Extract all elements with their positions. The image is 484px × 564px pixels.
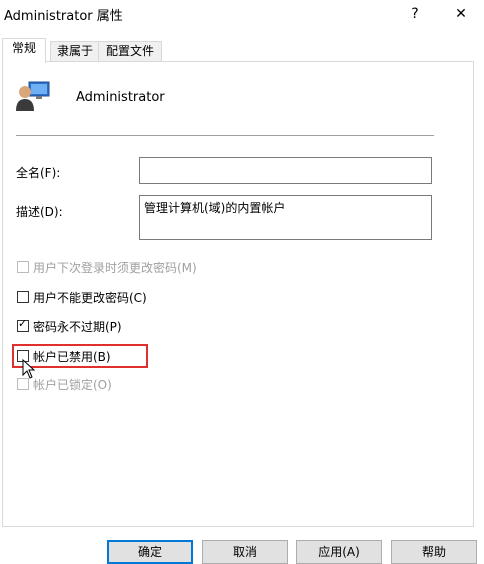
- tab-member-of-label: 隶属于: [56, 44, 93, 58]
- tab-general-label: 常规: [11, 41, 36, 55]
- description-label: 描述(D):: [16, 205, 63, 219]
- title-bar: Administrator 属性 ? ✕: [0, 0, 484, 28]
- tab-member-of[interactable]: 隶属于: [50, 41, 100, 62]
- cannot-change-password-checkbox[interactable]: 用户不能更改密码(C): [17, 288, 147, 306]
- close-button[interactable]: ✕: [444, 0, 478, 28]
- divider: [16, 135, 434, 136]
- cancel-button[interactable]: 取消: [202, 540, 288, 564]
- apply-button[interactable]: 应用(A): [296, 540, 382, 564]
- fullname-field[interactable]: [139, 157, 432, 184]
- password-never-expires-checkbox[interactable]: ✓ 密码永不过期(P): [17, 317, 122, 335]
- must-change-password-checkbox[interactable]: 用户下次登录时须更改密码(M): [17, 258, 197, 276]
- window-title: Administrator 属性: [4, 9, 123, 24]
- user-name: Administrator: [76, 90, 165, 105]
- help-button[interactable]: 帮助: [391, 540, 477, 564]
- checkbox-box: [17, 291, 29, 303]
- checkbox-label: 用户不能更改密码(C): [33, 290, 147, 305]
- user-account-icon: [16, 81, 50, 111]
- ok-button[interactable]: 确定: [107, 540, 193, 564]
- checkbox-box: [17, 261, 29, 273]
- checkbox-label: 用户下次登录时须更改密码(M): [33, 260, 197, 275]
- help-title-button[interactable]: ?: [398, 0, 432, 28]
- close-icon: ✕: [455, 6, 467, 22]
- checkbox-box: [17, 378, 29, 390]
- tab-profile[interactable]: 配置文件: [98, 41, 162, 62]
- description-field[interactable]: 管理计算机(域)的内置帐户: [139, 195, 432, 240]
- tab-profile-label: 配置文件: [105, 44, 154, 58]
- checkmark-icon: ✓: [18, 317, 28, 330]
- help-icon: ?: [411, 6, 419, 22]
- tab-general[interactable]: 常规: [2, 38, 46, 63]
- mouse-cursor-icon: [22, 359, 36, 379]
- checkbox-label: 帐户已锁定(O): [33, 377, 112, 392]
- fullname-label: 全名(F):: [16, 166, 61, 180]
- general-tab-panel: Administrator 全名(F): 描述(D): 管理计算机(域)的内置帐…: [2, 61, 474, 527]
- checkbox-box: ✓: [17, 317, 29, 332]
- checkbox-label: 密码永不过期(P): [33, 319, 122, 334]
